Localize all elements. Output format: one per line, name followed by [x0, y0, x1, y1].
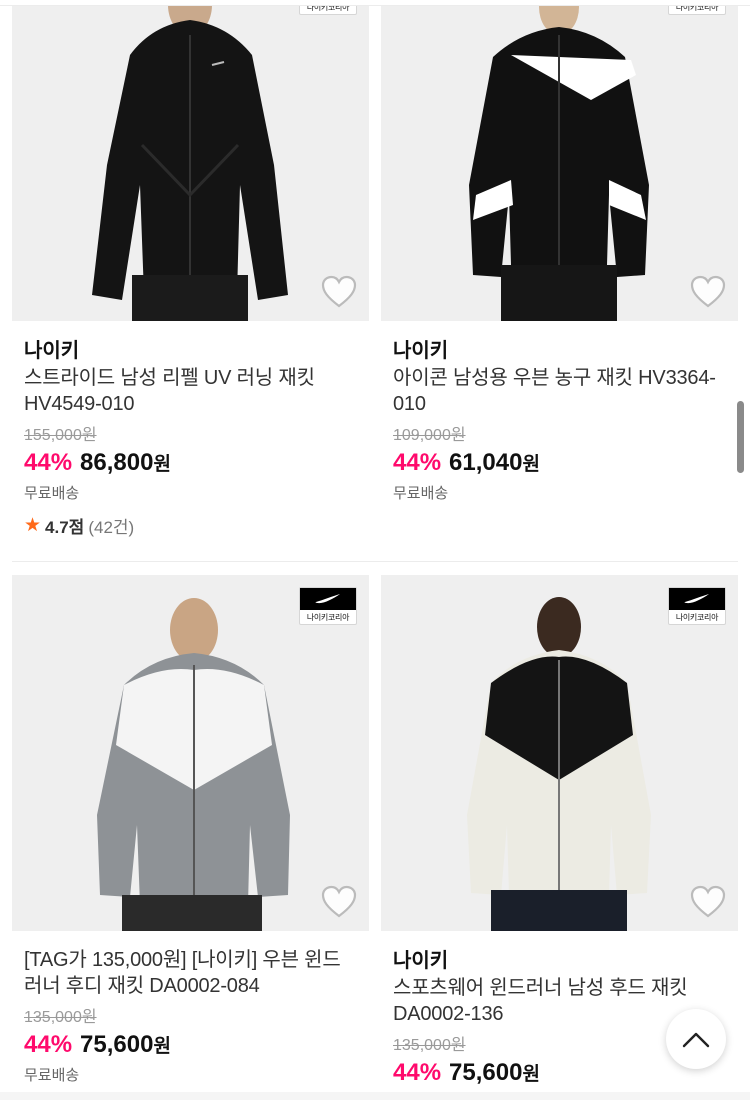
- badge-label: 나이키코리아: [306, 612, 350, 622]
- scroll-to-top-button[interactable]: [666, 1009, 726, 1069]
- row-divider: [12, 561, 738, 562]
- heart-icon[interactable]: [321, 885, 357, 919]
- price-row: 44% 75,600 원: [24, 1029, 357, 1061]
- rating-score: 4.7점: [45, 517, 85, 537]
- heart-icon[interactable]: [690, 885, 726, 919]
- chevron-up-icon: [682, 1032, 710, 1048]
- discount-rate: 44%: [24, 1031, 73, 1058]
- product-brand: 나이키: [393, 340, 449, 362]
- discount-rate: 44%: [393, 449, 442, 476]
- product-card[interactable]: 나이키코리아 [TAG가 135,000원] [나이키] 우븐 윈드러너 후디 …: [12, 575, 369, 1087]
- brand-badge: 나이키코리아: [299, 587, 357, 625]
- product-brand: 나이키: [24, 340, 80, 362]
- product-name[interactable]: [TAG가 135,000원] [나이키] 우븐 윈드러너 후디 재킷 DA00…: [24, 947, 357, 999]
- currency-unit: 원: [522, 1064, 540, 1085]
- sale-price: 61,040: [449, 449, 523, 476]
- product-name[interactable]: 아이콘 남성용 우븐 농구 재킷 HV3364-010: [393, 365, 726, 417]
- sale-price: 86,800: [80, 449, 154, 476]
- bottom-edge: [0, 1092, 750, 1100]
- brand-badge: 나이키코리아: [668, 587, 726, 625]
- heart-icon[interactable]: [321, 275, 357, 309]
- heart-icon[interactable]: [690, 275, 726, 309]
- product-image[interactable]: 나이키코리아: [12, 575, 369, 931]
- price-row: 44% 86,800 원: [24, 447, 357, 479]
- currency-unit: 원: [153, 454, 171, 475]
- black-cream-windrunner-image: [381, 575, 738, 931]
- shipping-info: 무료배송: [393, 485, 449, 502]
- currency-unit: 원: [153, 1036, 171, 1057]
- sale-price: 75,600: [449, 1059, 523, 1086]
- product-image[interactable]: 나이키코리아: [381, 0, 738, 321]
- grey-white-windrunner-image: [12, 575, 369, 931]
- discount-rate: 44%: [24, 449, 73, 476]
- original-price: 135,000원: [24, 1009, 97, 1026]
- top-bar: [0, 0, 750, 6]
- price-row: 44% 61,040 원: [393, 447, 726, 479]
- product-name[interactable]: 스트라이드 남성 리펠 UV 러닝 재킷 HV4549-010: [24, 365, 357, 417]
- product-image[interactable]: 나이키코리아: [12, 0, 369, 321]
- black-white-basketball-jacket-image: [381, 0, 738, 321]
- sale-price: 75,600: [80, 1031, 154, 1058]
- product-brand: 나이키: [393, 950, 449, 972]
- product-card[interactable]: 나이키코리아 나이키 스트라이드 남성 리펠 UV 러닝 재킷 HV4549-0…: [12, 0, 369, 537]
- currency-unit: 원: [522, 454, 540, 475]
- product-image[interactable]: 나이키코리아: [381, 575, 738, 931]
- review-count: (42건): [88, 517, 135, 537]
- rating: ★ 4.7점 (42건): [24, 513, 357, 537]
- star-icon: ★: [24, 514, 42, 536]
- black-running-jacket-image: [12, 0, 369, 321]
- original-price: 155,000원: [24, 427, 97, 444]
- discount-rate: 44%: [393, 1059, 442, 1086]
- product-card[interactable]: 나이키코리아 나이키 아이콘 남성용 우븐 농구 재킷 HV3364-010 1…: [381, 0, 738, 505]
- shipping-info: 무료배송: [24, 1067, 80, 1084]
- shipping-info: 무료배송: [24, 485, 80, 502]
- badge-label: 나이키코리아: [675, 612, 719, 622]
- original-price: 109,000원: [393, 427, 466, 444]
- scrollbar-thumb[interactable]: [737, 401, 744, 473]
